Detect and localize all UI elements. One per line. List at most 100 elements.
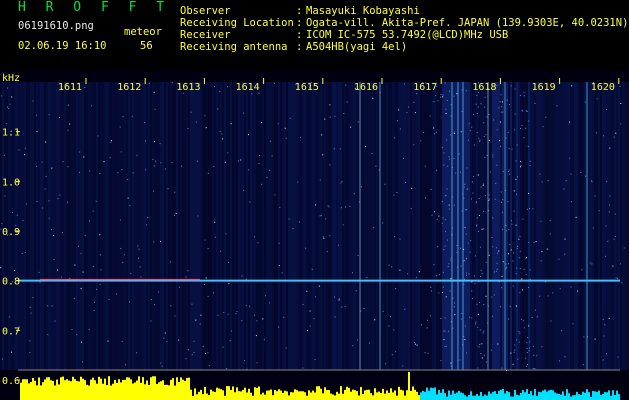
amplitude-bar [354,390,356,400]
noise-speck [508,148,510,150]
noise-column [272,82,274,370]
x-tick-label: 1611 [58,82,82,93]
noise-speck [529,165,531,167]
noise-speck [528,347,530,349]
noise-speck [520,160,522,162]
noise-column [28,82,30,370]
amplitude-bar [178,381,180,400]
noise-speck [230,123,232,125]
noise-speck [394,236,396,238]
noise-speck [526,208,528,210]
amplitude-bar [20,382,22,400]
noise-speck [185,358,187,360]
noise-column [368,82,370,370]
noise-speck [1,223,3,225]
noise-speck [397,120,398,122]
noise-column [354,82,356,370]
amplitude-bar [376,392,378,400]
noise-speck [506,99,508,101]
amplitude-bar [60,377,62,400]
noise-speck [185,276,187,278]
noise-speck [447,330,449,332]
amplitude-bar [370,393,372,400]
noise-speck [473,176,474,178]
noise-speck [174,214,176,216]
noise-speck [269,140,271,142]
noise-column [336,82,338,370]
noise-speck [438,292,440,294]
noise-speck [292,227,294,229]
amplitude-bar [52,380,54,400]
noise-speck [352,345,354,347]
noise-column [588,82,590,370]
amplitude-bar [410,390,412,400]
amplitude-bar [352,389,354,400]
noise-column [186,82,188,370]
noise-column [286,82,288,370]
noise-speck [549,233,551,235]
noise-speck [521,109,523,111]
noise-speck [137,245,139,247]
noise-speck [565,180,567,182]
noise-speck [529,269,531,271]
noise-speck [480,103,482,105]
noise-column [542,82,544,370]
amplitude-bar [264,394,266,400]
noise-speck [453,132,455,134]
noise-speck [438,215,440,217]
noise-column [42,82,44,370]
noise-speck [606,181,608,183]
noise-speck [306,290,308,292]
noise-speck [445,113,447,114]
noise-speck [29,340,31,342]
noise-column [514,82,516,370]
noise-column [108,82,110,370]
noise-speck [469,130,471,132]
noise-speck [165,168,167,170]
amplitude-bar [212,391,214,400]
noise-column [172,82,174,370]
noise-speck [375,165,377,167]
noise-speck [519,332,521,334]
noise-speck [309,310,311,312]
noise-speck [24,252,26,253]
location-label: Receiving Location [180,17,294,29]
noise-speck [449,134,451,136]
amplitude-bar [312,390,314,400]
noise-speck [36,201,38,202]
noise-speck [476,303,478,305]
amplitude-bar [430,387,432,400]
spectrogram-plot: 1.1 1.0 0.9 0.8 0.7 0.6 1611 1612 1613 1614 1615 16… [0,70,629,400]
noise-speck [51,305,53,307]
amplitude-bar [432,388,434,400]
noise-speck [583,336,585,338]
noise-speck [442,286,444,288]
noise-column [406,82,408,370]
noise-speck [371,153,373,154]
noise-speck [82,361,83,363]
noise-speck [374,319,376,321]
noise-speck [281,272,283,274]
noise-speck [508,253,509,255]
amplitude-bar [218,388,220,400]
noise-speck [388,264,390,266]
noise-speck [510,352,512,354]
amplitude-bar [470,391,472,400]
noise-column [530,82,532,370]
noise-column [464,82,466,370]
noise-column [324,82,326,370]
noise-column [524,82,526,370]
noise-column [26,82,28,370]
amplitude-bar [110,385,112,400]
noise-speck [509,305,511,307]
noise-speck [444,346,446,348]
noise-speck [345,206,346,208]
noise-speck [416,344,418,346]
x-tick-label: 1617 [413,82,437,93]
amplitude-bar [416,391,418,400]
noise-speck [507,131,509,133]
noise-speck [278,265,280,267]
noise-speck [518,257,520,259]
noise-speck [148,83,150,85]
amplitude-bar [356,391,358,400]
